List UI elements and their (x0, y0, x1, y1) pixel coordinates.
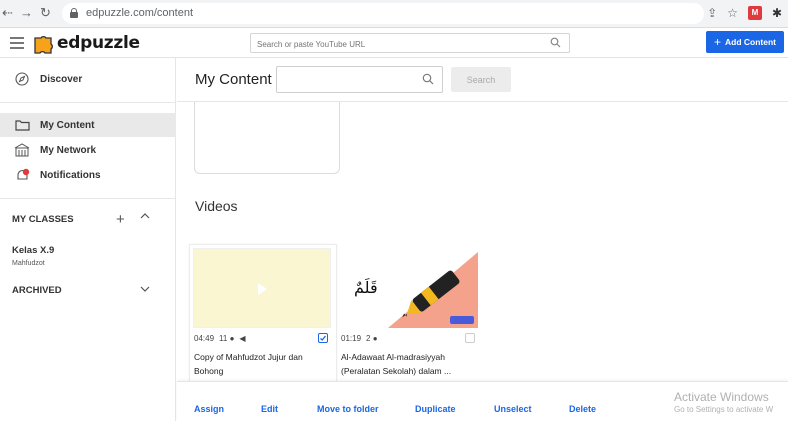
lock-icon (70, 8, 78, 18)
school-building-icon (14, 142, 30, 158)
my-classes-header: MY CLASSES + (12, 211, 162, 228)
content-toolbar: My Content Search (177, 58, 788, 102)
sidebar-item-discover[interactable]: Discover (0, 67, 176, 91)
menu-icon[interactable] (10, 37, 24, 49)
unselect-button[interactable]: Unselect (494, 404, 532, 414)
sidebar-item-label: My Network (40, 144, 97, 156)
folder-icon (14, 117, 30, 133)
videos-section-title: Videos (195, 198, 238, 214)
divider (0, 198, 176, 199)
share-icon[interactable]: ⇪ (707, 5, 717, 21)
content-search[interactable] (276, 66, 443, 93)
search-button[interactable]: Search (451, 67, 511, 92)
assign-button[interactable]: Assign (194, 404, 224, 414)
search-icon[interactable] (550, 37, 561, 48)
watermark-line-1: Activate Windows (674, 390, 769, 404)
edit-button[interactable]: Edit (261, 404, 278, 414)
app-header: edpuzzle + Add Content (0, 28, 788, 58)
url-text: edpuzzle.com/content (86, 7, 194, 19)
video-thumbnail[interactable] (193, 248, 331, 328)
sidebar-item-my-content[interactable]: My Content (0, 113, 176, 137)
class-name[interactable]: Kelas X.9 (12, 245, 54, 256)
sidebar-item-label: Notifications (40, 169, 101, 181)
sidebar-item-my-network[interactable]: My Network (0, 138, 176, 162)
question-count: 2 ● (366, 334, 378, 343)
video-card[interactable]: قَلَمٌ 01:19 2 ● Al-Adawaat Al-madrasiyy… (336, 244, 484, 384)
video-duration: 01:19 (341, 334, 362, 343)
my-classes-label: MY CLASSES (12, 214, 74, 225)
plus-icon: + (713, 35, 721, 49)
duplicate-button[interactable]: Duplicate (415, 404, 456, 414)
add-class-icon[interactable]: + (116, 211, 125, 228)
select-checkbox[interactable] (318, 333, 328, 343)
puzzle-logo-icon (34, 36, 53, 54)
video-card[interactable]: 04:49 11 ● ◀ Copy of Mahfudzot Jujur dan… (189, 244, 337, 384)
delete-button[interactable]: Delete (569, 404, 596, 414)
page-title: My Content (195, 71, 272, 88)
sidebar-item-label: My Content (40, 119, 95, 131)
arabic-word: قَلَمٌ (354, 278, 378, 297)
logo-text: edpuzzle (57, 33, 140, 53)
chevron-down-icon[interactable] (140, 285, 150, 293)
browser-toolbar: ⇠ → ↻ edpuzzle.com/content ⇪ ☆ M ✱ (0, 0, 788, 28)
puzzle-extension-icon[interactable]: ✱ (772, 5, 782, 21)
class-subject: Mahfudzot (12, 260, 45, 267)
video-meta: 01:19 2 ● (341, 334, 378, 343)
question-icon: ● (372, 334, 378, 343)
youtube-search[interactable] (250, 33, 570, 54)
forward-arrow-icon[interactable]: → (20, 5, 33, 21)
star-icon[interactable]: ☆ (727, 5, 738, 21)
extension-icon[interactable]: M (747, 6, 762, 20)
address-bar[interactable]: edpuzzle.com/content (62, 3, 704, 24)
youtube-search-input[interactable] (257, 35, 547, 54)
archived-label[interactable]: ARCHIVED (12, 285, 62, 296)
move-to-folder-button[interactable]: Move to folder (317, 404, 379, 414)
reload-icon[interactable]: ↻ (40, 5, 51, 21)
edpuzzle-logo[interactable]: edpuzzle (32, 31, 140, 55)
check-icon (320, 335, 327, 341)
folder-card[interactable] (194, 102, 340, 174)
select-checkbox[interactable] (465, 333, 475, 343)
divider (0, 102, 176, 103)
video-meta: 04:49 11 ● ◀ (194, 334, 246, 343)
main-content: Videos 04:49 11 ● ◀ Copy of Mahfudzot Ju… (177, 58, 788, 421)
sidebar-item-notifications[interactable]: Notifications (0, 163, 176, 187)
bulk-action-bar: Assign Edit Move to folder Duplicate Uns… (177, 381, 788, 421)
video-title[interactable]: Al-Adawaat Al-madrasiyyah (Peralatan Sek… (341, 350, 481, 378)
play-icon (258, 283, 267, 295)
chevron-up-icon[interactable] (140, 212, 150, 220)
question-count: 11 ● (219, 334, 235, 343)
question-icon: ● (229, 334, 235, 343)
search-icon[interactable] (422, 73, 434, 85)
video-title[interactable]: Copy of Mahfudzot Jujur dan Bohong (194, 350, 334, 378)
bell-icon (14, 167, 30, 183)
sidebar: Discover My Content My Network Notificat… (0, 58, 176, 421)
content-search-input[interactable] (283, 67, 423, 91)
back-arrow-icon[interactable]: ⇠ (2, 5, 13, 21)
add-content-label: Add Content (725, 37, 776, 47)
compass-icon (14, 71, 30, 87)
windows-activation-watermark: Activate Windows Go to Settings to activ… (674, 390, 773, 414)
video-duration: 04:49 (194, 334, 215, 343)
video-thumbnail[interactable]: قَلَمٌ (340, 248, 478, 328)
audio-icon: ◀ (239, 334, 246, 343)
watermark-line-2: Go to Settings to activate W (674, 405, 774, 414)
add-content-button[interactable]: + Add Content (706, 31, 784, 53)
sidebar-item-label: Discover (40, 73, 83, 85)
